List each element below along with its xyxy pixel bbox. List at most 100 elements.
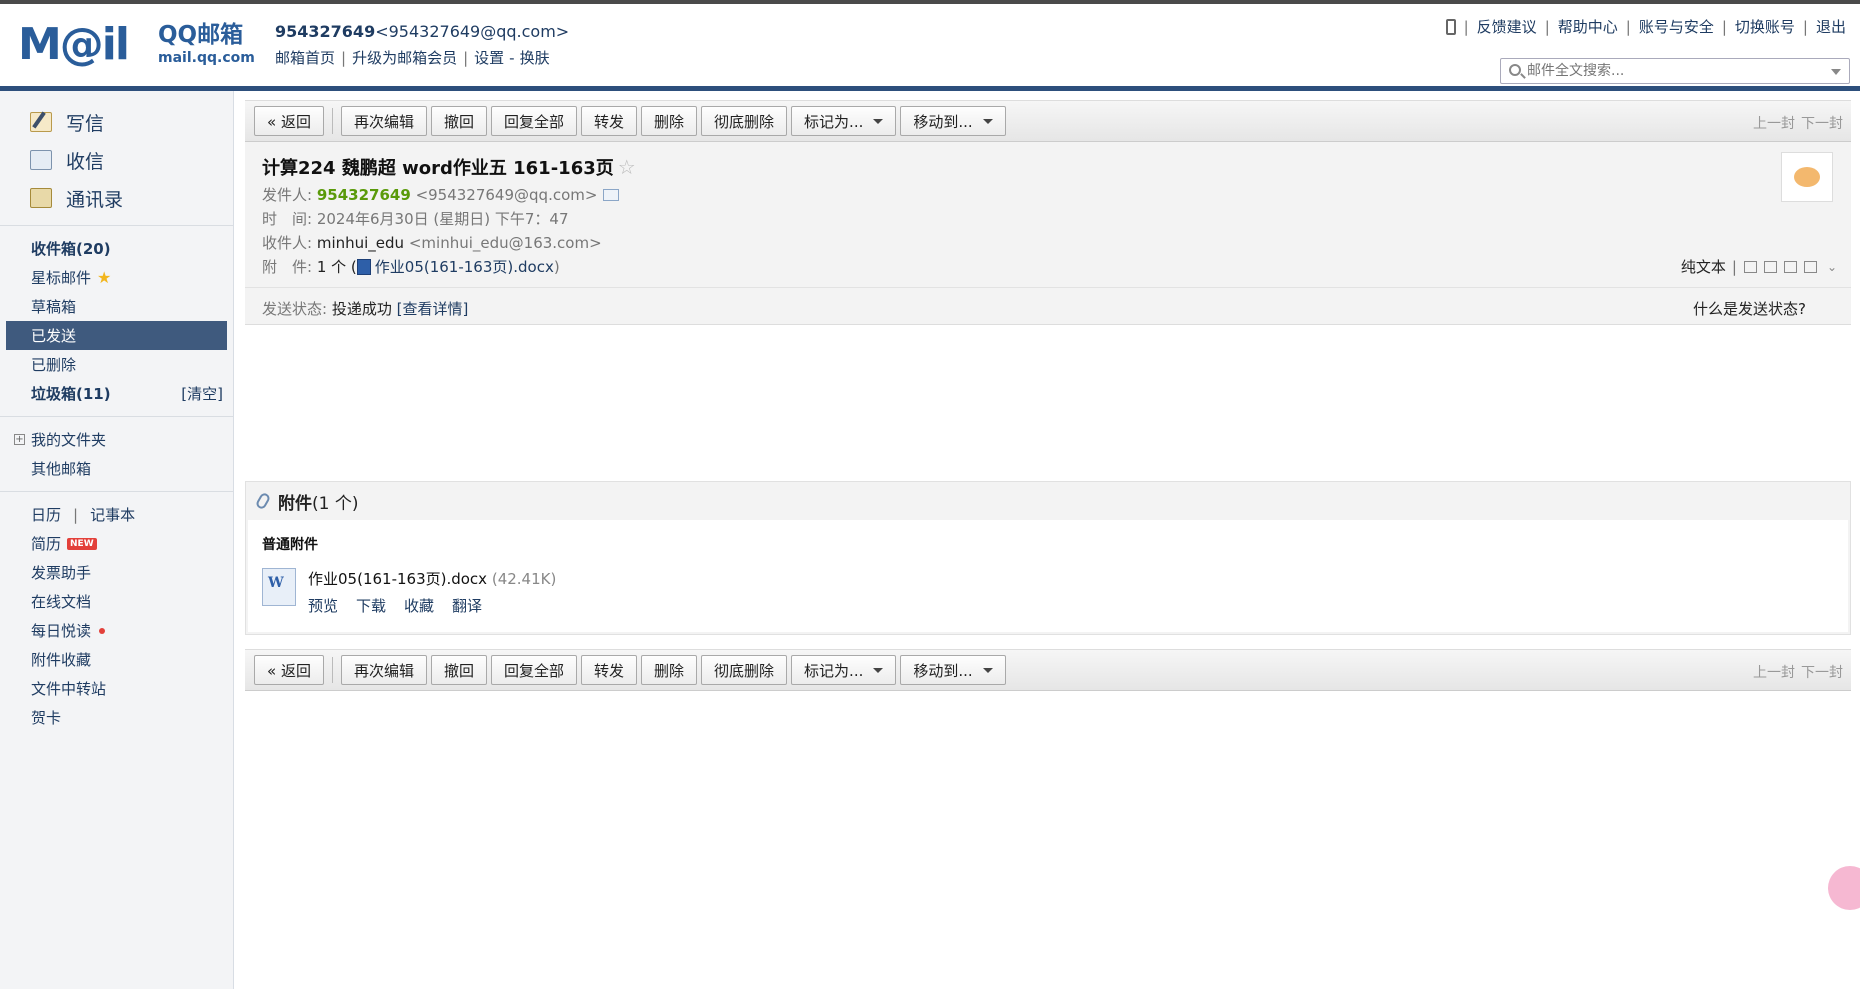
header: M@il QQ邮箱 mail.qq.com 954327649<95432764… bbox=[0, 4, 1860, 86]
forward-button[interactable]: 转发 bbox=[581, 655, 638, 685]
delete-permanently-button[interactable]: 彻底删除 bbox=[701, 106, 788, 136]
status-help-link[interactable]: 什么是发送状态? bbox=[1693, 298, 1806, 319]
word-file-icon[interactable] bbox=[262, 568, 296, 606]
recall-button[interactable]: 撤回 bbox=[430, 106, 487, 136]
delete-button[interactable]: 删除 bbox=[641, 106, 698, 136]
sidebar-item-inbox[interactable]: 收件箱(20) bbox=[0, 234, 233, 263]
time-label: 时 间: bbox=[262, 210, 313, 228]
link-settings[interactable]: 设置 bbox=[474, 49, 504, 67]
sidebar-item-deleted[interactable]: 已删除 bbox=[0, 350, 233, 379]
sidebar-item-starred[interactable]: 星标邮件 ★ bbox=[0, 263, 233, 292]
status-detail-link[interactable]: [查看详情] bbox=[397, 300, 469, 318]
search-icon[interactable] bbox=[1509, 64, 1521, 76]
chevron-down-icon[interactable]: ⌄ bbox=[1827, 260, 1837, 274]
sidebar-item-cards[interactable]: 贺卡 bbox=[0, 703, 233, 732]
new-window-icon[interactable] bbox=[1743, 260, 1757, 273]
link-upgrade-vip[interactable]: 升级为邮箱会员 bbox=[352, 49, 457, 67]
link-help[interactable]: 帮助中心 bbox=[1558, 16, 1618, 37]
reedit-button[interactable]: 再次编辑 bbox=[340, 655, 427, 685]
attachment-file-name[interactable]: 作业05(161-163页).docx bbox=[308, 570, 487, 588]
prev-mail-link[interactable]: 上一封 bbox=[1753, 665, 1795, 681]
search-input[interactable] bbox=[1527, 61, 1817, 81]
prev-mail-link[interactable]: 上一封 bbox=[1753, 116, 1795, 132]
back-button[interactable]: « 返回 bbox=[254, 106, 324, 136]
mail-toolbar-bottom: « 返回 再次编辑 撤回 回复全部 转发 删除 彻底删除 标记为... 移动到.… bbox=[245, 649, 1851, 691]
sidebar-item-other-mail[interactable]: 其他邮箱 bbox=[0, 454, 233, 483]
attachment-link[interactable]: 作业05(161-163页).docx bbox=[375, 258, 554, 276]
sidebar-item-file-transfer[interactable]: 文件中转站 bbox=[0, 674, 233, 703]
mark-as-label: 标记为... bbox=[804, 661, 864, 680]
sidebar-contacts[interactable]: 通讯录 bbox=[0, 179, 233, 217]
sidebar-item-daily[interactable]: 每日悦读 bbox=[0, 616, 233, 645]
translate-link[interactable]: 翻译 bbox=[452, 597, 482, 615]
new-badge: NEW bbox=[67, 537, 97, 550]
logo-mark: M@il bbox=[18, 19, 130, 70]
preview-link[interactable]: 预览 bbox=[308, 597, 338, 615]
reply-all-button[interactable]: 回复全部 bbox=[490, 655, 577, 685]
link-skin[interactable]: 换肤 bbox=[520, 49, 550, 67]
sidebar-item-spam[interactable]: 垃圾箱(11) [清空] bbox=[0, 379, 233, 408]
link-security[interactable]: 账号与安全 bbox=[1639, 16, 1714, 37]
sidebar-divider bbox=[0, 225, 233, 226]
star-outline-icon[interactable]: ☆ bbox=[618, 155, 636, 179]
sidebar-item-docs[interactable]: 在线文档 bbox=[0, 587, 233, 616]
move-to-dropdown[interactable]: 移动到... bbox=[900, 106, 1006, 136]
spam-clear-link[interactable]: [清空] bbox=[181, 383, 223, 404]
mark-as-dropdown[interactable]: 标记为... bbox=[791, 106, 897, 136]
plain-text-link[interactable]: 纯文本 bbox=[1681, 256, 1726, 277]
sidebar-item-resume[interactable]: 简历 NEW bbox=[0, 529, 233, 558]
delete-button[interactable]: 删除 bbox=[641, 655, 698, 685]
next-mail-link[interactable]: 下一封 bbox=[1801, 116, 1843, 132]
mark-as-dropdown[interactable]: 标记为... bbox=[791, 655, 897, 685]
sidebar-item-my-folders[interactable]: + 我的文件夹 bbox=[0, 425, 233, 454]
send-status-row: 发送状态: 投递成功 [查看详情] 什么是发送状态? bbox=[245, 287, 1851, 325]
status-value: 投递成功 bbox=[331, 300, 392, 318]
favorite-link[interactable]: 收藏 bbox=[404, 597, 434, 615]
next-mail-link[interactable]: 下一封 bbox=[1801, 665, 1843, 681]
recall-button[interactable]: 撤回 bbox=[430, 655, 487, 685]
reply-all-button[interactable]: 回复全部 bbox=[490, 106, 577, 136]
logo-url: mail.qq.com bbox=[158, 50, 255, 66]
recipient-name[interactable]: minhui_edu bbox=[317, 234, 404, 252]
sidebar-item-sent[interactable]: 已发送 bbox=[6, 321, 227, 350]
account-links: 邮箱首页 | 升级为邮箱会员 | 设置 - 换肤 bbox=[275, 49, 550, 67]
download-link[interactable]: 下载 bbox=[356, 597, 386, 615]
toolbar-separator bbox=[331, 108, 333, 134]
reedit-button[interactable]: 再次编辑 bbox=[340, 106, 427, 136]
link-switch-account[interactable]: 切换账号 bbox=[1735, 16, 1795, 37]
link-logout[interactable]: 退出 bbox=[1816, 16, 1846, 37]
expand-icon[interactable]: + bbox=[14, 434, 25, 445]
print-icon[interactable] bbox=[1803, 260, 1817, 273]
subject-text: 计算224 魏鹏超 word作业五 161-163页 bbox=[262, 158, 614, 179]
sidebar-write[interactable]: 写信 bbox=[0, 103, 233, 141]
floating-assistant-button[interactable] bbox=[1828, 866, 1860, 910]
sidebar-item-drafts[interactable]: 草稿箱 bbox=[0, 292, 233, 321]
logo-name: QQ邮箱 bbox=[158, 22, 244, 48]
sidebar-item-invoice[interactable]: 发票助手 bbox=[0, 558, 233, 587]
attachment-actions: 预览 下载 收藏 翻译 bbox=[308, 595, 556, 616]
link-feedback[interactable]: 反馈建议 bbox=[1477, 16, 1537, 37]
phone-icon[interactable] bbox=[1445, 18, 1456, 35]
collapse-icon[interactable] bbox=[1763, 260, 1777, 273]
sidebar-item-notes[interactable]: 记事本 bbox=[90, 504, 135, 525]
move-to-dropdown[interactable]: 移动到... bbox=[900, 655, 1006, 685]
forward-button[interactable]: 转发 bbox=[581, 106, 638, 136]
mail-body bbox=[245, 325, 1851, 481]
link-mail-home[interactable]: 邮箱首页 bbox=[275, 49, 335, 67]
qq-mail-logo[interactable]: M@il QQ邮箱 mail.qq.com bbox=[18, 19, 255, 70]
sidebar-item-calendar-notes: 日历 | 记事本 bbox=[31, 504, 136, 525]
mail-time: 2024年6月30日 (星期日) 下午7：47 bbox=[316, 210, 569, 228]
sidebar-item-attachment-favorites[interactable]: 附件收藏 bbox=[0, 645, 233, 674]
sender-name[interactable]: 954327649 bbox=[317, 186, 411, 204]
search-dropdown-icon[interactable] bbox=[1831, 69, 1841, 75]
back-button[interactable]: « 返回 bbox=[254, 655, 324, 685]
delete-permanently-button[interactable]: 彻底删除 bbox=[701, 655, 788, 685]
attachment-panel: 附件(1 个) 普通附件 作业05(161-163页).docx (42.41K… bbox=[245, 481, 1851, 635]
sidebar-receive[interactable]: 收信 bbox=[0, 141, 233, 179]
sender-avatar[interactable] bbox=[1781, 152, 1833, 202]
sidebar-receive-label: 收信 bbox=[66, 150, 105, 173]
contact-card-icon[interactable] bbox=[603, 189, 620, 201]
sidebar-item-calendar[interactable]: 日历 bbox=[31, 504, 61, 525]
sidebar-write-label: 写信 bbox=[66, 112, 105, 135]
download-icon[interactable] bbox=[1783, 260, 1797, 273]
